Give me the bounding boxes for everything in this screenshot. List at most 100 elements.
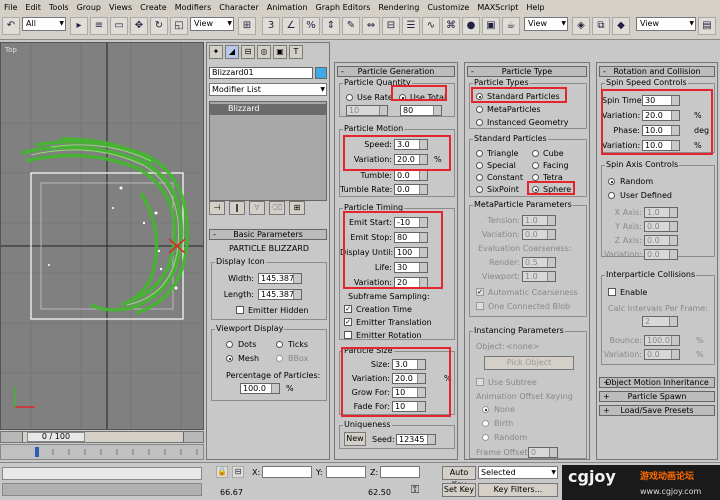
bbox-radio[interactable]	[276, 355, 283, 362]
modifier-stack[interactable]: Blizzard	[209, 101, 327, 201]
y-axis-spinner[interactable]: 0.0	[644, 221, 678, 232]
render-spinner[interactable]: 0.5	[522, 257, 556, 268]
select-by-name-icon[interactable]: ≡	[90, 17, 108, 35]
mirror-icon[interactable]: ⇔	[362, 17, 380, 35]
menu-item-animation[interactable]: Animation	[267, 3, 308, 12]
region-select-icon[interactable]: ▭	[110, 17, 128, 35]
user-defined-radio[interactable]	[608, 192, 615, 199]
special-radio[interactable]	[476, 162, 483, 169]
z-coord-field[interactable]	[380, 466, 420, 478]
rollout-basic-parameters[interactable]: - Basic Parameters	[209, 229, 327, 240]
teapot-icon[interactable]: ◆	[612, 17, 630, 35]
random-axis-radio[interactable]	[608, 178, 615, 185]
rollout-load-save-presets[interactable]: + Load/Save Presets	[599, 405, 715, 416]
make-unique-icon[interactable]: ∀	[249, 201, 265, 215]
cube-radio[interactable]	[532, 150, 539, 157]
hierarchy-tab-icon[interactable]: ⊟	[241, 45, 255, 59]
utilities-tab-icon[interactable]: T	[289, 45, 303, 59]
time-slider-right-arrow[interactable]	[183, 432, 203, 442]
view-dropdown[interactable]: View	[636, 17, 696, 31]
triangle-radio[interactable]	[476, 150, 483, 157]
seed-spinner[interactable]: 12345	[396, 434, 436, 445]
curve-editor-icon[interactable]: ∿	[422, 17, 440, 35]
rollout-object-motion-inheritance[interactable]: + Object Motion Inheritance	[599, 377, 715, 388]
create-tab-icon[interactable]: ✦	[209, 45, 223, 59]
creation-time-checkbox[interactable]: ✓	[344, 305, 352, 313]
pick-object-button[interactable]: Pick Object	[484, 356, 574, 370]
undo-icon[interactable]: ↶	[2, 17, 20, 35]
reference-coordinate-dropdown[interactable]: View	[190, 17, 234, 31]
instanced-geometry-radio[interactable]	[476, 119, 483, 126]
named-selection-icon[interactable]: ✎	[342, 17, 360, 35]
object-name-field[interactable]: Blizzard01	[209, 67, 313, 79]
bounce-variation-spinner[interactable]: 0.0	[644, 349, 680, 360]
key-set-dropdown[interactable]: Selected	[478, 466, 558, 479]
top-viewport[interactable]: Top	[0, 42, 204, 430]
y-coord-field[interactable]	[326, 466, 366, 478]
align-icon[interactable]: ⊟	[382, 17, 400, 35]
menu-item-help[interactable]: Help	[526, 3, 544, 12]
x-axis-spinner[interactable]: 1.0	[644, 207, 678, 218]
facing-radio[interactable]	[532, 162, 539, 169]
menu-item-create[interactable]: Create	[140, 3, 167, 12]
rollout-particle-type[interactable]: - Particle Type	[467, 66, 587, 77]
rotate-icon[interactable]: ↻	[150, 17, 168, 35]
key-icon[interactable]: ⚿	[400, 483, 430, 497]
key-filters-button[interactable]: Key Filters...	[478, 483, 558, 497]
set-key-button[interactable]: Set Key	[442, 483, 476, 497]
menu-item-maxscript[interactable]: MAXScript	[477, 3, 518, 12]
menu-item-edit[interactable]: Edit	[25, 3, 41, 12]
rollout-particle-spawn[interactable]: + Particle Spawn	[599, 391, 715, 402]
selection-filter-dropdown[interactable]: All	[22, 17, 66, 31]
metaparticles-radio[interactable]	[476, 106, 483, 113]
rollout-particle-generation[interactable]: - Particle Generation	[337, 66, 455, 77]
auto-key-button[interactable]: Auto Key	[442, 466, 476, 489]
axis-variation-spinner[interactable]: 0.0	[644, 249, 678, 260]
emitter-hidden-checkbox[interactable]	[236, 306, 244, 314]
track-bar[interactable]	[0, 444, 204, 460]
select-object-icon[interactable]: ▸	[70, 17, 88, 35]
offset-birth-radio[interactable]	[482, 420, 489, 427]
tetra-radio[interactable]	[532, 174, 539, 181]
one-connected-blob-checkbox[interactable]	[476, 302, 484, 310]
offset-none-radio[interactable]	[482, 406, 489, 413]
pin-stack-icon[interactable]: ⊣	[209, 201, 225, 215]
quick-render-icon[interactable]: ◈	[572, 17, 590, 35]
offset-random-radio[interactable]	[482, 434, 489, 441]
menu-item-customize[interactable]: Customize	[427, 3, 469, 12]
modifier-list-dropdown[interactable]: Modifier List	[209, 83, 327, 96]
show-end-result-icon[interactable]: ‖	[229, 201, 245, 215]
menu-item-views[interactable]: Views	[109, 3, 132, 12]
rollout-rotation-collision[interactable]: - Rotation and Collision	[599, 66, 715, 77]
mesh-radio[interactable]	[226, 355, 233, 362]
viewport-spinner[interactable]: 1.0	[522, 271, 556, 282]
angle-snap-icon[interactable]: ∠	[282, 17, 300, 35]
spinner-snap-icon[interactable]: ⇕	[322, 17, 340, 35]
remove-modifier-icon[interactable]: ⌫	[269, 201, 285, 215]
use-rate-radio[interactable]	[346, 94, 353, 101]
display-tab-icon[interactable]: ▣	[273, 45, 287, 59]
frame-offset-spinner[interactable]: 0	[528, 447, 558, 458]
render-setup-icon[interactable]: ▣	[482, 17, 500, 35]
menu-item-file[interactable]: File	[4, 3, 17, 12]
time-slider[interactable]: 0 / 100	[0, 431, 204, 443]
total-spinner[interactable]: 80	[400, 105, 442, 116]
width-spinner[interactable]: 145.387	[258, 273, 302, 284]
sixpoint-radio[interactable]	[476, 186, 483, 193]
z-axis-spinner[interactable]: 0.0	[644, 235, 678, 246]
object-color-swatch[interactable]	[315, 67, 327, 79]
configure-sets-icon[interactable]: ⊞	[289, 201, 305, 215]
calc-intervals-spinner[interactable]: 2	[642, 316, 678, 327]
layer-manager-icon[interactable]: ☰	[402, 17, 420, 35]
menu-item-graph-editors[interactable]: Graph Editors	[316, 3, 371, 12]
time-slider-left-arrow[interactable]	[1, 432, 23, 442]
scale-icon[interactable]: ◱	[170, 17, 188, 35]
emitter-rotation-checkbox[interactable]	[344, 331, 352, 339]
layer-icon[interactable]: ⧉	[592, 17, 610, 35]
meta-variation-spinner[interactable]: 0.0	[522, 229, 556, 240]
rate-spinner[interactable]: 10	[346, 105, 388, 116]
stack-item-blizzard[interactable]: Blizzard	[210, 104, 326, 115]
automatic-coarseness-checkbox[interactable]: ✓	[476, 288, 484, 296]
new-seed-button[interactable]: New	[344, 432, 366, 446]
bounce-spinner[interactable]: 100.0	[644, 335, 680, 346]
